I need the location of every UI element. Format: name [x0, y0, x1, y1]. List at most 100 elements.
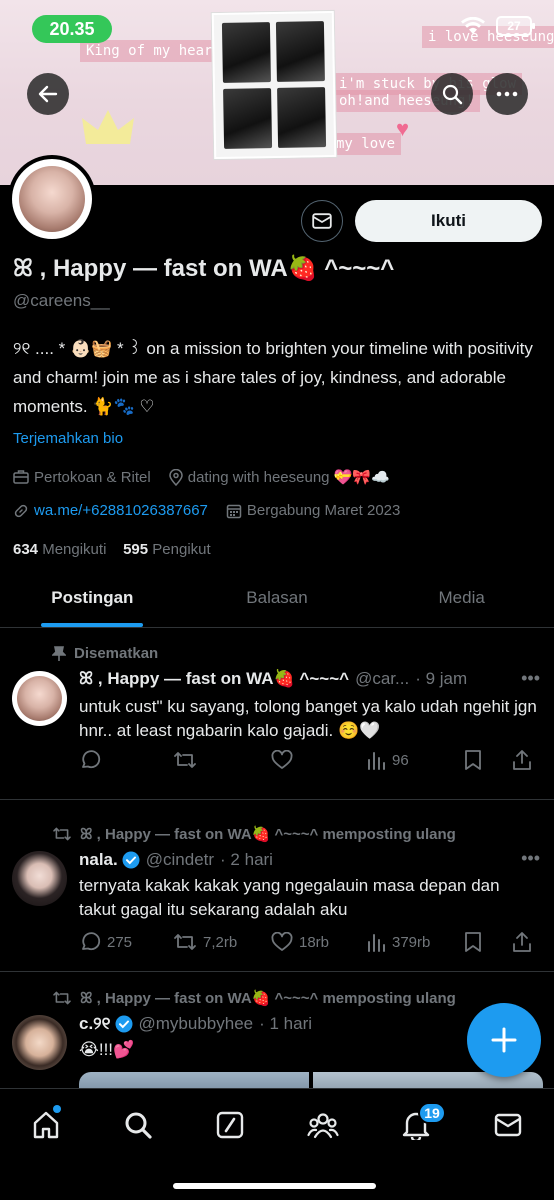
heart-icon: ♥ [396, 116, 410, 141]
share-icon [513, 750, 531, 770]
post-author-name[interactable]: ꕤ , Happy — fast on WA🍓 ^~~~^ [79, 669, 349, 689]
post-author-handle: @car... [355, 669, 410, 688]
status-time: 20.35 [32, 15, 112, 43]
like-button[interactable]: 18rb [271, 932, 366, 952]
avatar[interactable] [12, 671, 67, 726]
views-icon [368, 752, 385, 770]
profile-avatar[interactable] [8, 155, 96, 243]
crown-icon [82, 110, 134, 144]
repost-icon [174, 934, 196, 950]
photo-strip [211, 10, 337, 160]
profile-handle: @careens__ [13, 291, 110, 310]
nav-communities[interactable] [303, 1105, 343, 1145]
post-context: ꕤ , Happy — fast on WA🍓 ^~~~^ memposting… [52, 989, 456, 1007]
tab-replies[interactable]: Balasan [185, 575, 370, 627]
compose-button[interactable] [467, 1003, 541, 1077]
plus-icon [491, 1027, 517, 1053]
views-button[interactable]: 379rb [366, 932, 464, 952]
followers-label: Pengikut [152, 541, 211, 558]
bookmark-icon [465, 750, 481, 770]
share-button[interactable] [512, 931, 532, 953]
post-header: ꕤ , Happy — fast on WA🍓 ^~~~^ @car... · … [79, 669, 540, 689]
views-button[interactable]: 96 [366, 750, 464, 770]
repost-button[interactable]: 7,2rb [173, 931, 271, 953]
views-count: 379rb [392, 933, 431, 951]
repost-count: 7,2rb [203, 933, 238, 951]
more-horizontal-icon [496, 91, 518, 97]
follow-counts: 634 Mengikuti 595 Pengikut [13, 541, 211, 558]
more-button[interactable] [486, 73, 528, 115]
nav-messages[interactable] [488, 1105, 528, 1145]
profile-meta-row: wa.me/+62881026387667 Bergabung Maret 20… [13, 502, 418, 519]
category: Pertokoan & Ritel [13, 469, 151, 486]
post-menu-icon[interactable]: ••• [521, 668, 540, 689]
repost-icon [53, 991, 71, 1005]
views-count: 96 [392, 751, 409, 769]
bookmark-button[interactable] [464, 931, 512, 953]
like-count: 18rb [299, 933, 330, 951]
post-context: ꕤ , Happy — fast on WA🍓 ^~~~^ memposting… [52, 825, 456, 843]
avatar[interactable] [12, 1015, 67, 1070]
post-menu-icon[interactable]: ••• [521, 848, 540, 869]
status-icons: 27 [460, 16, 535, 36]
nav-grok[interactable] [210, 1105, 250, 1145]
repost-button[interactable] [173, 749, 271, 771]
tab-posts[interactable]: Postingan [0, 575, 185, 627]
tab-media[interactable]: Media [369, 575, 554, 627]
briefcase-icon [13, 470, 29, 484]
followers-count: 595 [123, 541, 149, 558]
post-time: · 9 jam [415, 669, 468, 688]
location-label: dating with heeseung 💝🎀☁️ [187, 469, 390, 486]
search-button[interactable] [431, 73, 473, 115]
bookmark-icon [465, 932, 481, 952]
post-text: ternyata kakak kakak yang ngegalauin mas… [79, 876, 500, 919]
translate-bio-link[interactable]: Terjemahkan bio [13, 430, 123, 447]
share-icon [513, 932, 531, 952]
joined-label: Bergabung Maret 2023 [246, 502, 401, 519]
mail-icon [312, 213, 332, 229]
post-author-name[interactable]: nala. [79, 850, 118, 870]
reply-button[interactable] [79, 749, 173, 771]
joined-date: Bergabung Maret 2023 [226, 502, 400, 519]
avatar[interactable] [12, 851, 67, 906]
heart-outline-icon [271, 750, 293, 769]
mail-icon [494, 1113, 522, 1137]
post-author-name[interactable]: c.୨୧ [79, 1014, 111, 1034]
following-label: Mengikuti [42, 541, 107, 558]
post[interactable]: ꕤ , Happy — fast on WA🍓 ^~~~^ memposting… [0, 800, 554, 972]
home-unread-dot [53, 1105, 61, 1113]
message-button[interactable] [301, 200, 343, 242]
grok-icon [216, 1111, 244, 1139]
banner-text: my love [330, 133, 402, 155]
repost-icon [53, 827, 71, 841]
link-icon [14, 504, 28, 517]
bookmark-button[interactable] [464, 749, 512, 771]
nav-search[interactable] [118, 1105, 158, 1145]
search-icon [442, 84, 463, 105]
post-image[interactable] [79, 1072, 309, 1088]
communities-icon [307, 1113, 339, 1139]
reply-icon [82, 750, 101, 769]
post-time: · 2 hari [220, 850, 273, 869]
share-button[interactable] [512, 749, 532, 771]
verified-badge-icon [115, 1015, 133, 1033]
back-button[interactable] [27, 73, 69, 115]
website-link[interactable]: wa.me/+62881026387667 [34, 502, 208, 519]
profile-tabs: Postingan Balasan Media [0, 575, 554, 628]
post-header: nala. @cindetr · 2 hari [79, 850, 540, 870]
website[interactable]: wa.me/+62881026387667 [13, 502, 208, 519]
like-button[interactable] [271, 750, 366, 770]
followers-link[interactable]: 595 Pengikut [123, 541, 211, 558]
category-label: Pertokoan & Ritel [34, 468, 151, 486]
home-indicator [173, 1183, 376, 1189]
banner-text: King of my heart [80, 40, 227, 62]
following-count: 634 [13, 541, 39, 558]
location-pin-icon [168, 468, 183, 486]
following-link[interactable]: 634 Mengikuti [13, 541, 106, 558]
reply-button[interactable]: 275 [79, 931, 173, 953]
wifi-icon [461, 17, 485, 34]
location: dating with heeseung 💝🎀☁️ [168, 468, 390, 486]
profile-meta-row: Pertokoan & Ritel dating with heeseung 💝… [13, 468, 408, 486]
post[interactable]: Disematkan ꕤ , Happy — fast on WA🍓 ^~~~^… [0, 628, 554, 800]
follow-button[interactable]: Ikuti [355, 200, 542, 242]
